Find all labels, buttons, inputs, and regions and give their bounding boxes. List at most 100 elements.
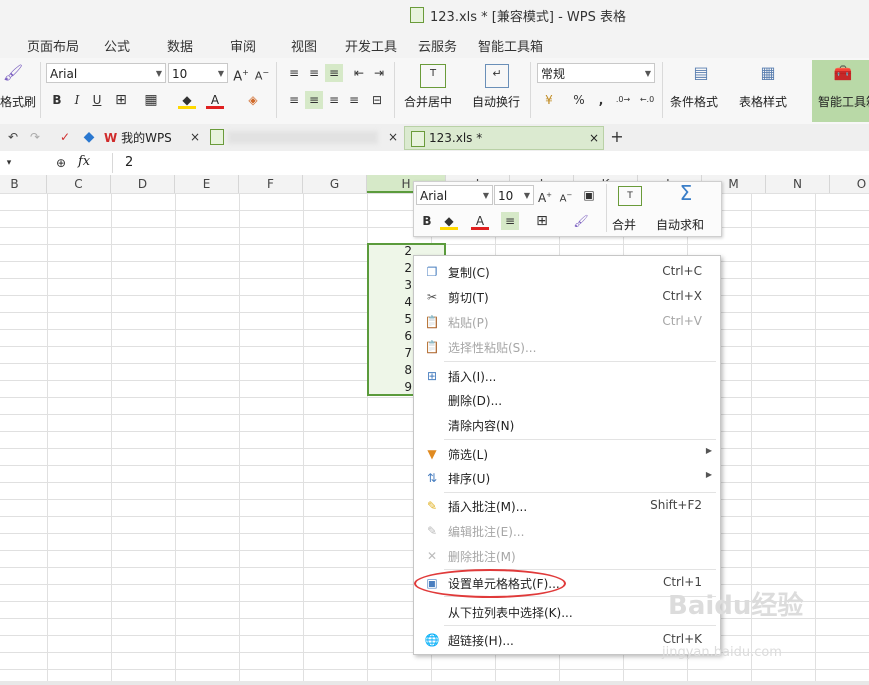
merge-center-icon[interactable]: T xyxy=(420,64,446,88)
decrease-decimal-icon[interactable]: ←.0 xyxy=(638,91,656,109)
column-header[interactable]: O xyxy=(830,175,869,193)
mini-autosum-button[interactable]: 自动求和 xyxy=(656,216,704,233)
paintbrush-icon[interactable]: 🖌 xyxy=(572,212,590,230)
font-size-select[interactable]: 10 ▼ xyxy=(168,63,228,83)
thousands-icon[interactable]: , xyxy=(592,91,610,109)
menu-item-delete-comment[interactable]: ✕ 删除批注(M) xyxy=(414,544,720,568)
border-icon[interactable]: ▣ xyxy=(580,186,598,204)
distributed-icon[interactable]: ⊟ xyxy=(368,91,386,109)
align-bottom-icon[interactable]: ≡ xyxy=(325,64,343,82)
mini-font-name-select[interactable]: Arial ▼ xyxy=(416,185,493,205)
indent-decrease-icon[interactable]: ⇤ xyxy=(350,64,368,82)
menu-item-filter[interactable]: ▼ 筛选(L) ▶ xyxy=(414,442,720,466)
font-name-select[interactable]: Arial ▼ xyxy=(46,63,166,83)
paintbrush-icon[interactable]: 🖌 xyxy=(2,64,24,86)
menu-item-insert[interactable]: ⊞ 插入(I)... xyxy=(414,364,720,388)
conditional-format-button[interactable]: 条件格式 xyxy=(670,93,718,110)
wrap-text-button[interactable]: 自动换行 xyxy=(472,93,520,110)
cell-value[interactable]: 7 xyxy=(380,345,412,362)
menu-item-sort[interactable]: ⇅ 排序(U) ▶ xyxy=(414,466,720,490)
redo-icon[interactable]: ↷ xyxy=(26,128,44,146)
fill-pattern-icon[interactable]: ▦ xyxy=(142,91,160,109)
column-header[interactable]: D xyxy=(111,175,175,193)
indent-increase-icon[interactable]: ⇥ xyxy=(370,64,388,82)
column-header[interactable]: C xyxy=(47,175,111,193)
font-color-icon[interactable]: A xyxy=(471,212,489,230)
pin-icon[interactable]: ✓ xyxy=(56,128,74,146)
menu-item-copy[interactable]: ❐ 复制(C) Ctrl+C xyxy=(414,260,720,284)
align-center-icon[interactable]: ≡ xyxy=(305,91,323,109)
menu-review[interactable]: 审阅 xyxy=(230,36,256,55)
cell-value[interactable]: 2 xyxy=(380,243,412,260)
menu-item-insert-comment[interactable]: ✎ 插入批注(M)... Shift+F2 xyxy=(414,494,720,518)
close-icon[interactable]: × xyxy=(589,127,599,149)
cell-value[interactable]: 6 xyxy=(380,328,412,345)
cell-value[interactable]: 2 xyxy=(380,260,412,277)
menu-item-delete[interactable]: 删除(D)... xyxy=(414,388,720,412)
align-center-icon[interactable]: ≡ xyxy=(501,212,519,230)
new-tab-icon[interactable]: + xyxy=(608,128,626,146)
border-icon[interactable]: ⊞ xyxy=(112,91,130,109)
number-format-select[interactable]: 常规 ▼ xyxy=(537,63,655,83)
table-style-button[interactable]: 表格样式 xyxy=(739,93,787,110)
clear-format-icon[interactable]: ◈ xyxy=(244,91,262,109)
menu-cloud[interactable]: 云服务 xyxy=(418,36,457,55)
align-middle-icon[interactable]: ≡ xyxy=(305,64,323,82)
increase-decimal-icon[interactable]: .0→ xyxy=(614,91,632,109)
close-icon[interactable]: × xyxy=(384,128,402,146)
menu-developer[interactable]: 开发工具 xyxy=(345,36,397,55)
cube-icon[interactable]: ◆ xyxy=(80,128,98,146)
horizontal-scrollbar[interactable] xyxy=(0,681,869,685)
conditional-format-icon[interactable]: ▤ xyxy=(690,64,712,86)
increase-font-icon[interactable]: A+ xyxy=(232,64,250,84)
smart-toolbox-button[interactable]: 智能工具箱 xyxy=(818,93,869,110)
underline-icon[interactable]: U xyxy=(88,91,106,109)
wrap-text-icon[interactable]: ↵ xyxy=(485,64,509,88)
cell-value[interactable]: 4 xyxy=(380,294,412,311)
column-header[interactable]: G xyxy=(303,175,367,193)
undo-icon[interactable]: ↶ xyxy=(4,128,22,146)
mini-font-size-select[interactable]: 10 ▼ xyxy=(494,185,534,205)
align-right-icon[interactable]: ≡ xyxy=(325,91,343,109)
menu-item-paste-special[interactable]: 📋 选择性粘贴(S)... xyxy=(414,335,720,359)
border-icon[interactable]: ⊞ xyxy=(533,212,551,230)
fill-color-icon[interactable]: ◆ xyxy=(178,91,196,109)
menu-item-clear[interactable]: 清除内容(N) xyxy=(414,413,720,437)
toolbox-icon[interactable]: 🧰 xyxy=(832,64,854,86)
tab-active-file[interactable]: 123.xls * × xyxy=(404,126,604,150)
zoom-icon[interactable]: ⊕ xyxy=(52,154,70,172)
sigma-icon[interactable]: Σ xyxy=(674,183,698,208)
close-icon[interactable]: × xyxy=(186,128,204,146)
font-color-icon[interactable]: A xyxy=(206,91,224,109)
column-header[interactable]: N xyxy=(766,175,830,193)
menu-view[interactable]: 视图 xyxy=(291,36,317,55)
menu-page-layout[interactable]: 页面布局 xyxy=(27,36,79,55)
column-header[interactable]: B xyxy=(0,175,47,193)
menu-item-edit-comment[interactable]: ✎ 编辑批注(E)... xyxy=(414,519,720,543)
bold-icon[interactable]: B xyxy=(418,212,436,230)
merge-icon[interactable]: T xyxy=(618,186,642,206)
merge-center-button[interactable]: 合并居中 xyxy=(404,93,452,110)
decrease-font-icon[interactable]: A− xyxy=(253,64,271,83)
formula-input[interactable]: 2 xyxy=(112,153,869,173)
mini-merge-button[interactable]: 合并 xyxy=(612,216,636,233)
align-left-icon[interactable]: ≡ xyxy=(285,91,303,109)
increase-font-icon[interactable]: A+ xyxy=(536,186,554,205)
cell-value[interactable]: 9 xyxy=(380,379,412,396)
chevron-down-icon[interactable]: ▾ xyxy=(0,154,18,172)
bold-icon[interactable]: B xyxy=(48,91,66,109)
decrease-font-icon[interactable]: A− xyxy=(557,186,575,204)
menu-data[interactable]: 数据 xyxy=(167,36,193,55)
currency-icon[interactable]: ¥ xyxy=(540,91,558,109)
fill-color-icon[interactable]: ◆ xyxy=(440,212,458,230)
align-top-icon[interactable]: ≡ xyxy=(285,64,303,82)
menu-item-paste[interactable]: 📋 粘贴(P) Ctrl+V xyxy=(414,310,720,334)
menu-smart-toolbox[interactable]: 智能工具箱 xyxy=(478,36,543,55)
menu-item-cut[interactable]: ✂ 剪切(T) Ctrl+X xyxy=(414,285,720,309)
format-painter-button[interactable]: 格式刷 xyxy=(0,93,36,110)
cell-value[interactable]: 5 xyxy=(380,311,412,328)
percent-icon[interactable]: % xyxy=(570,91,588,109)
italic-icon[interactable]: I xyxy=(68,91,86,109)
justify-icon[interactable]: ≡ xyxy=(345,91,363,109)
cell-value[interactable]: 8 xyxy=(380,362,412,379)
